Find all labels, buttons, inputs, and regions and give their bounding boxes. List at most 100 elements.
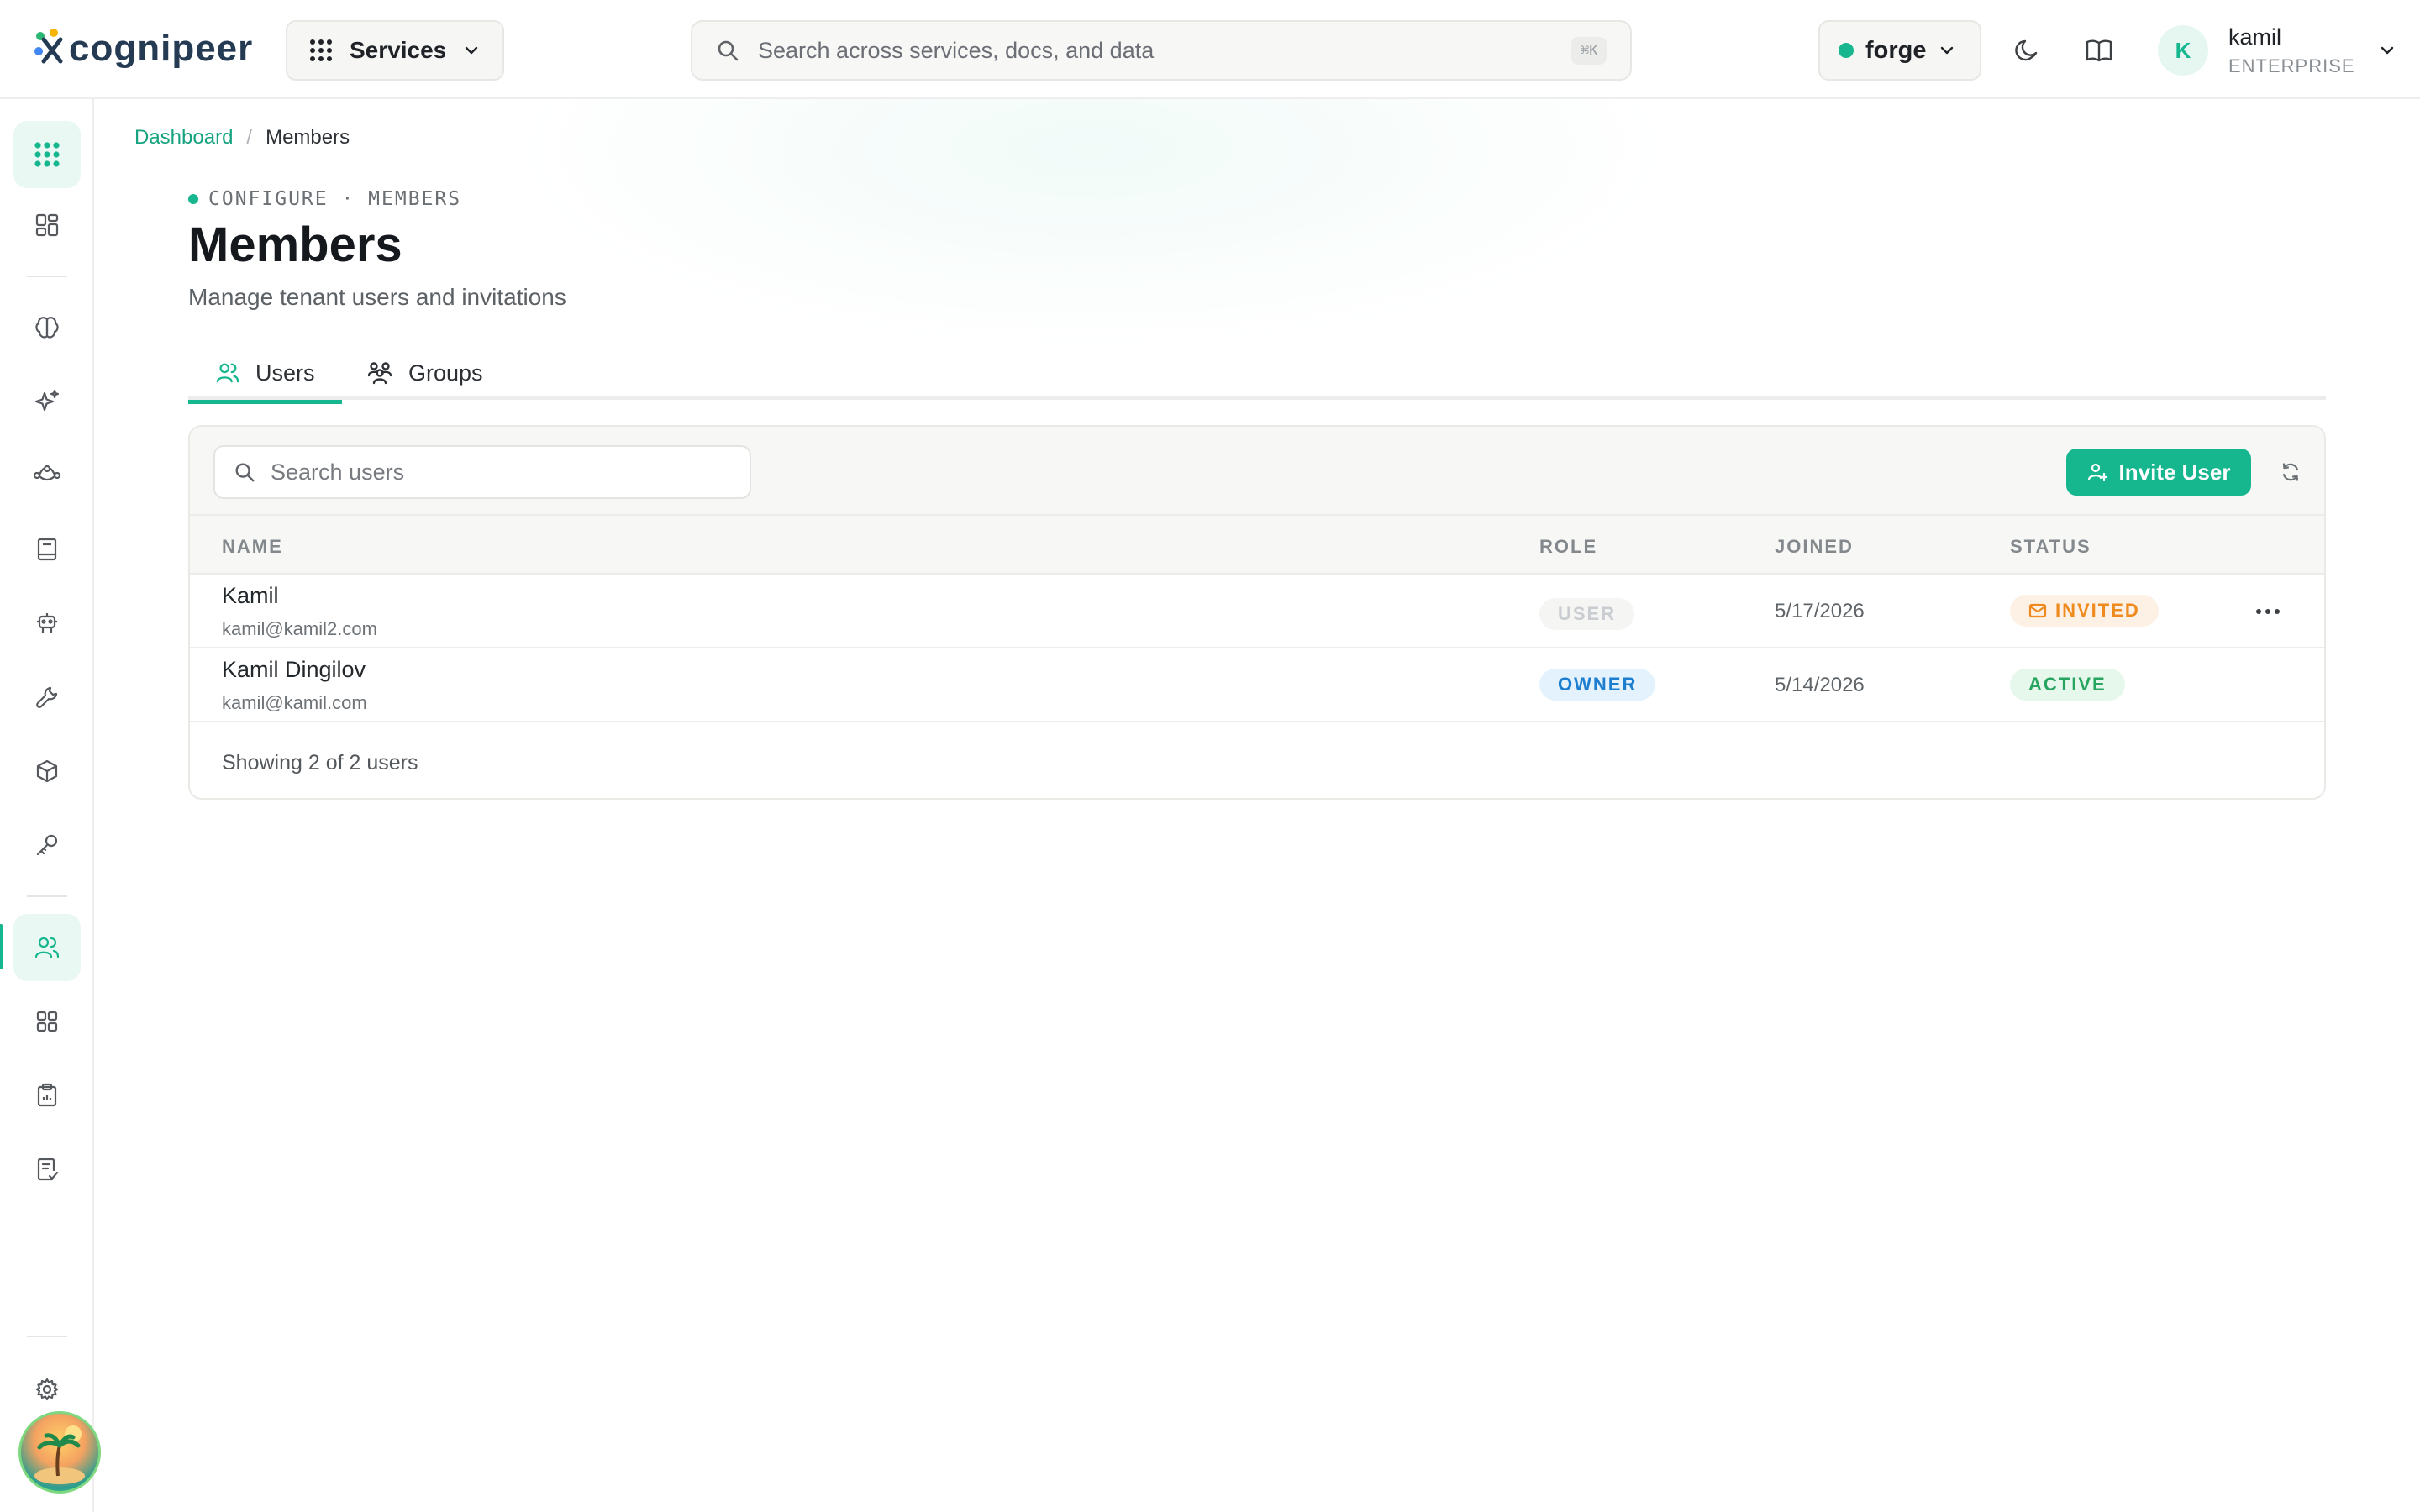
user-search[interactable]	[213, 445, 751, 499]
tenant-label: forge	[1865, 36, 1927, 64]
user-plan: ENTERPRISE	[2228, 55, 2355, 76]
invite-user-button[interactable]: Invite User	[2066, 449, 2251, 496]
status-badge: ACTIVE	[2010, 669, 2125, 701]
top-bar: cognipeer Services ⌘K forge	[0, 0, 2420, 99]
column-header-joined[interactable]: JOINED	[1775, 536, 1854, 558]
sidebar-item-knowledge[interactable]	[13, 516, 81, 583]
flow-icon	[33, 465, 61, 481]
role-badge: USER	[1539, 598, 1635, 630]
profile-avatar[interactable]	[18, 1411, 101, 1494]
table-footer-count: Showing 2 of 2 users	[222, 751, 418, 774]
sidebar-divider	[27, 1336, 67, 1337]
sidebar-item-tools[interactable]	[13, 664, 81, 731]
sidebar-item-api-keys[interactable]	[13, 811, 81, 879]
table-row[interactable]: Kamil kamil@kamil2.com USER 5/17/2026 IN…	[190, 575, 2324, 648]
cube-icon	[36, 759, 58, 783]
refresh-icon	[2282, 463, 2299, 481]
breadcrumb-dashboard-link[interactable]: Dashboard	[134, 126, 233, 150]
global-search[interactable]: ⌘K	[691, 20, 1632, 81]
users-table-card: Invite User NAME ROLE JOINED STATUS Kami…	[188, 425, 2326, 800]
chevron-down-icon	[466, 46, 478, 55]
eyebrow-text: CONFIGURE · MEMBERS	[208, 188, 462, 210]
robot-icon	[37, 613, 57, 633]
search-icon	[718, 40, 739, 61]
tenant-status-dot	[1839, 43, 1854, 58]
tab-groups-label: Groups	[408, 360, 483, 386]
chevron-down-icon	[2381, 46, 2393, 55]
user-group-icon	[367, 362, 392, 385]
column-header-name[interactable]: NAME	[222, 536, 283, 558]
sidebar-item-reports[interactable]	[13, 1062, 81, 1129]
sidebar-item-dashboard[interactable]	[13, 192, 81, 259]
brain-icon	[35, 317, 59, 339]
breadcrumb-separator: /	[246, 126, 253, 149]
book-icon	[37, 538, 57, 561]
global-search-input[interactable]	[758, 37, 1572, 64]
services-button[interactable]: Services	[286, 20, 504, 81]
docs-button[interactable]	[2081, 32, 2118, 69]
sidebar-divider	[27, 895, 67, 897]
modules-icon	[36, 1011, 58, 1032]
tab-users[interactable]: Users	[188, 346, 342, 404]
sidebar-item-modules[interactable]	[13, 988, 81, 1055]
user-name: kamil	[2228, 24, 2282, 50]
sidebar-item-audit[interactable]	[13, 1136, 81, 1203]
sidebar-item-ai-models[interactable]	[13, 294, 81, 361]
user-search-input[interactable]	[271, 459, 731, 486]
user-info: kamil ENTERPRISE	[2228, 24, 2355, 77]
logo[interactable]: cognipeer	[32, 24, 253, 74]
sidebar-item-agents[interactable]	[13, 590, 81, 657]
users-icon	[34, 937, 60, 958]
table-toolbar: Invite User	[190, 427, 2324, 516]
role-badge: OWNER	[1539, 669, 1656, 701]
tab-groups[interactable]: Groups	[339, 346, 510, 400]
clipboard-icon	[37, 1083, 57, 1107]
services-label: Services	[350, 37, 447, 63]
refresh-button[interactable]	[2272, 454, 2309, 491]
table-header: NAME ROLE JOINED STATUS	[190, 516, 2324, 575]
tenant-switcher[interactable]: forge	[1818, 20, 1981, 81]
sidebar-item-ai-tools[interactable]	[13, 368, 81, 435]
user-plus-icon	[2087, 463, 2107, 482]
search-shortcut: ⌘K	[1571, 36, 1607, 65]
dashboard-icon	[35, 213, 59, 237]
more-horizontal-icon	[2256, 609, 2280, 614]
status-badge: INVITED	[2010, 595, 2159, 627]
checklist-icon	[37, 1158, 59, 1181]
users-icon	[216, 363, 239, 383]
wrench-icon	[36, 686, 58, 708]
apps-grid-icon	[310, 39, 332, 61]
table-row[interactable]: Kamil Dingilov kamil@kamil.com OWNER 5/1…	[190, 648, 2324, 722]
column-header-role[interactable]: ROLE	[1539, 536, 1597, 558]
sidebar-item-packages[interactable]	[13, 738, 81, 805]
logo-mark-icon	[34, 29, 63, 64]
row-actions-button[interactable]	[2247, 593, 2289, 630]
sidebar-item-flows[interactable]	[13, 442, 81, 509]
apps-grid-icon	[34, 142, 60, 167]
page-subtitle: Manage tenant users and invitations	[188, 284, 566, 310]
user-name: Kamil Dingilov	[222, 657, 366, 682]
logo-text: cognipeer	[69, 28, 254, 69]
joined-date: 5/17/2026	[1775, 600, 1865, 622]
user-email: kamil@kamil2.com	[222, 618, 377, 639]
tab-users-label: Users	[255, 360, 315, 386]
breadcrumb-current: Members	[266, 126, 350, 149]
members-tabs: Users Groups	[188, 346, 2326, 404]
status-label: INVITED	[2055, 600, 2140, 621]
column-header-status[interactable]: STATUS	[2010, 536, 2091, 558]
joined-date: 5/14/2026	[1775, 674, 1865, 696]
page-title: Members	[188, 218, 402, 272]
user-menu[interactable]: K kamil ENTERPRISE	[2158, 20, 2402, 81]
chevron-down-icon	[1940, 46, 1953, 55]
sidebar	[0, 99, 101, 1512]
sidebar-divider	[27, 276, 67, 277]
avatar: K	[2158, 25, 2208, 76]
theme-toggle-button[interactable]	[2008, 32, 2045, 69]
sidebar-item-members[interactable]	[13, 914, 81, 981]
gear-icon	[35, 1378, 59, 1401]
sidebar-item-apps[interactable]	[13, 121, 81, 188]
section-eyebrow: CONFIGURE · MEMBERS	[188, 188, 461, 210]
key-icon	[36, 834, 58, 856]
breadcrumb: Dashboard / Members	[134, 126, 350, 150]
book-open-icon	[2086, 39, 2112, 62]
